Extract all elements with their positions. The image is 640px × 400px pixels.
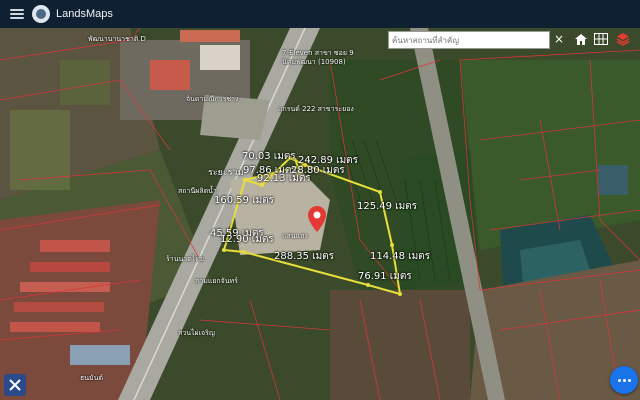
ruler-icon	[9, 379, 21, 391]
measure-tool-button[interactable]	[4, 374, 26, 396]
layers-button[interactable]	[614, 31, 632, 47]
measurement-label: 92.13 เมตร	[257, 173, 311, 184]
location-pin-icon[interactable]	[308, 206, 326, 232]
home-icon	[575, 33, 587, 45]
map-label: นิคมพัฒนา (10908)	[282, 58, 346, 66]
measurement-label: 70.03 เมตร	[242, 151, 296, 162]
clear-search-button[interactable]: ×	[552, 31, 566, 47]
map-label: พัฒนานานาชาติ D	[88, 35, 146, 43]
map-label: แกรนด์ 222 สาขาระยอง	[278, 105, 354, 113]
measurement-label: 125.49 เมตร	[357, 201, 418, 212]
home-button[interactable]	[572, 31, 590, 47]
measurement-label: 76.91 เมตร	[358, 271, 412, 282]
hamburger-menu-icon[interactable]	[10, 9, 24, 19]
layers-icon	[616, 33, 630, 46]
grid-button[interactable]	[592, 31, 610, 47]
measurement-label: 114.48 เมตร	[370, 251, 431, 262]
map-label: สามแยกจันทร์	[195, 277, 238, 285]
app-logo	[32, 5, 50, 23]
grid-icon	[594, 33, 608, 45]
measurement-label: 288.35 เมตร	[274, 251, 335, 262]
app-title: LandsMaps	[56, 8, 113, 20]
map-label: สถานีผลิตน้ำ	[178, 187, 217, 195]
map-label: ร้านนวดไทย	[166, 255, 204, 263]
map-label: แสนแสง	[282, 232, 308, 240]
search-input[interactable]	[389, 33, 549, 47]
map-label: ระยะรวม	[208, 168, 244, 178]
more-options-button[interactable]	[610, 366, 638, 394]
search-box	[388, 31, 550, 49]
map-label: สวนไผ่เจริญ	[178, 329, 215, 337]
top-bar: LandsMaps	[0, 0, 640, 28]
measurement-label: 160.59 เมตร	[214, 195, 275, 206]
map-label: จินดามณีการช่าง	[186, 95, 239, 103]
satellite-map[interactable]: พัฒนานานาชาติ D 7-Eleven สาขา ซอย 9 นิคม…	[0, 28, 640, 400]
measurement-label: 12.90 เมตร	[220, 234, 274, 245]
map-label: ธนมันต์	[80, 374, 104, 382]
more-dots-icon	[617, 378, 631, 382]
